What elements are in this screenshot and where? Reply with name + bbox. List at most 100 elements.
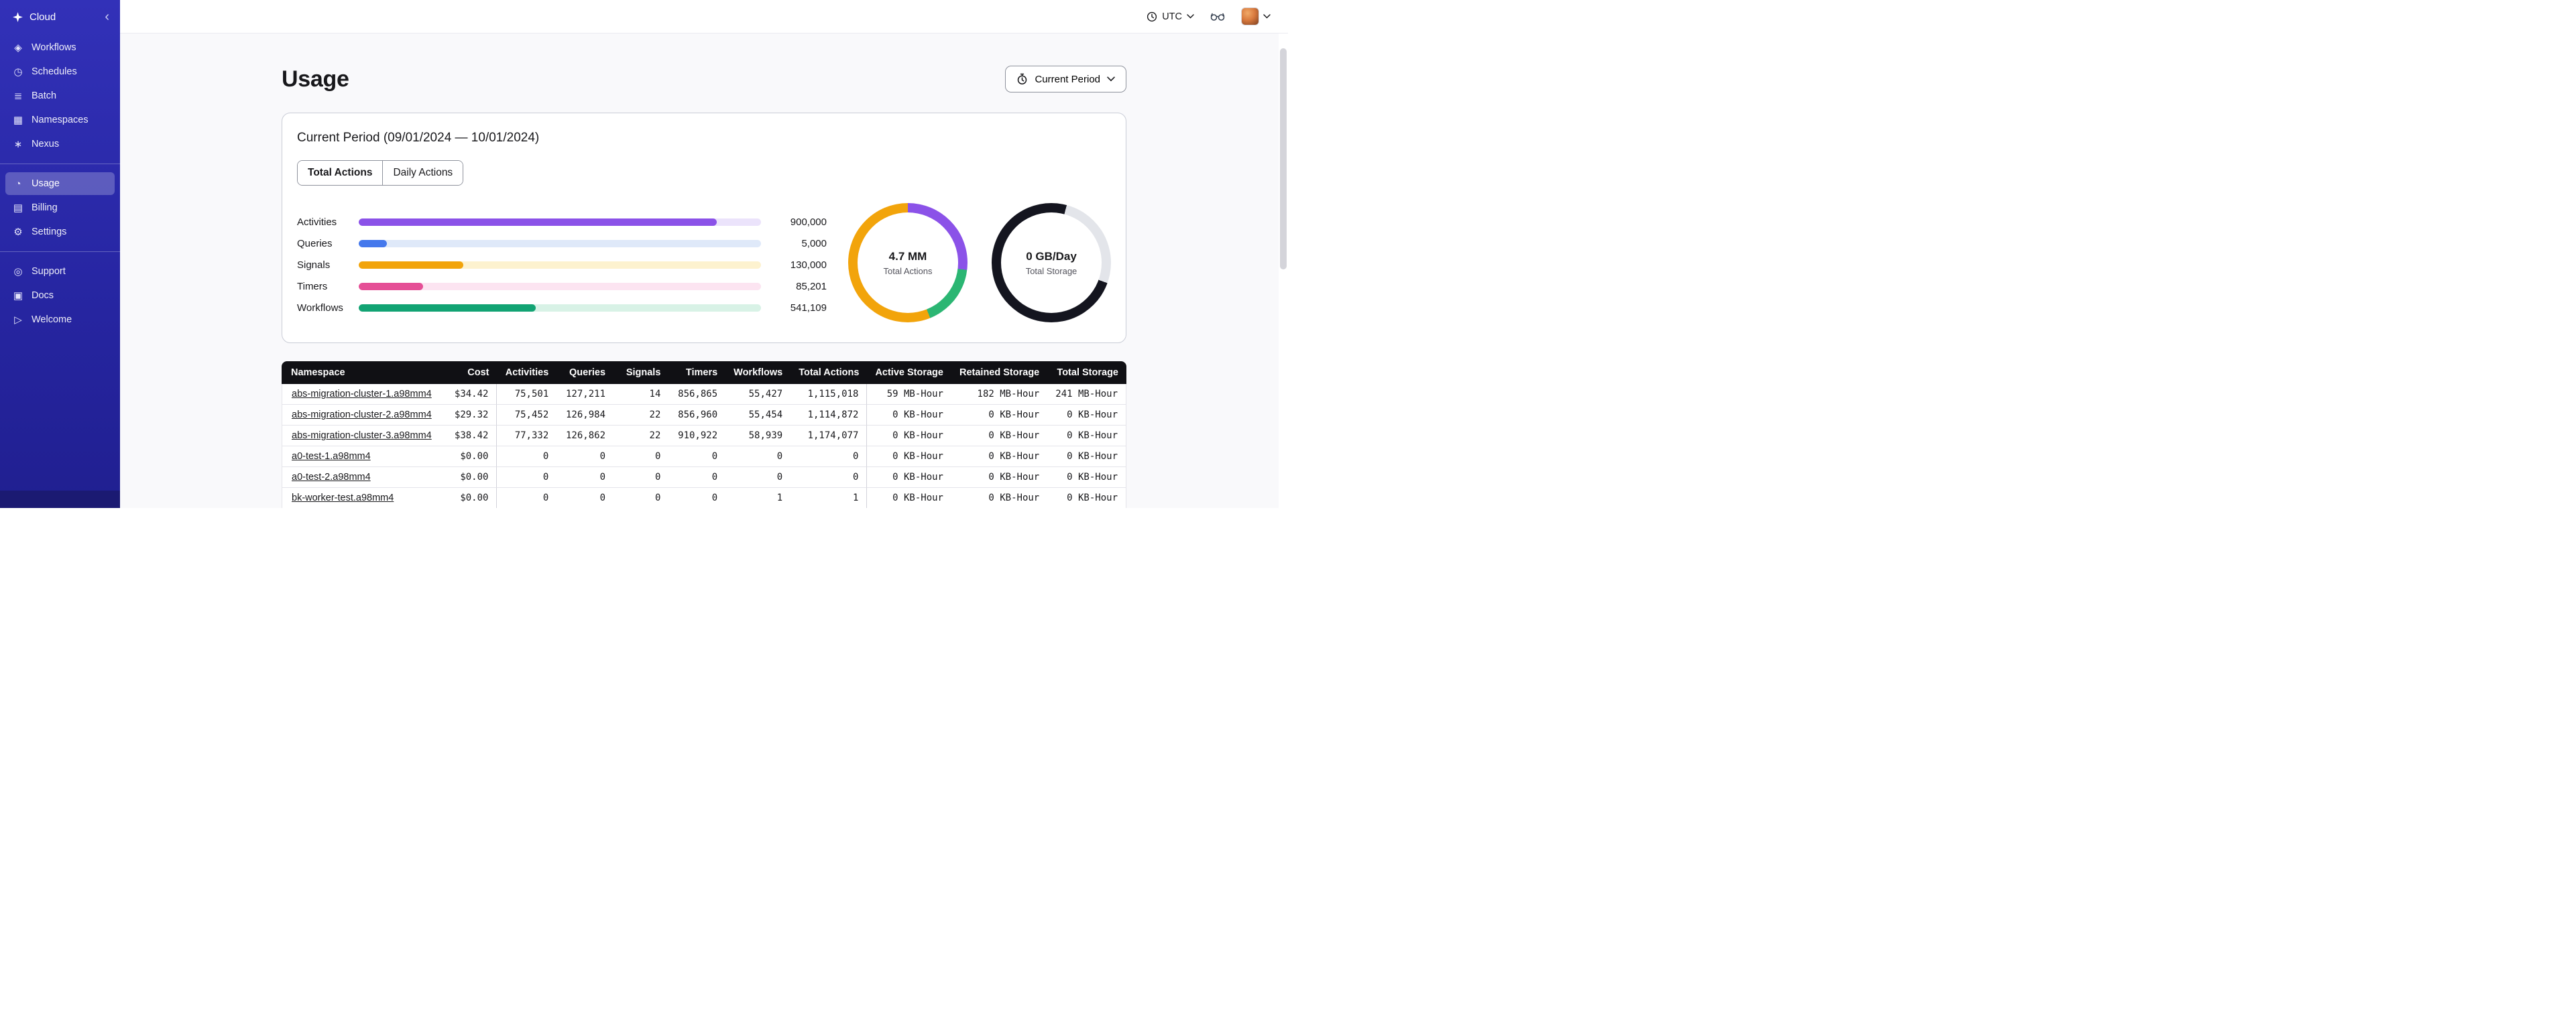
value-cell: 0 [557,446,614,467]
value-cell: 0 KB-Hour [1047,446,1126,467]
value-cell: $29.32 [446,405,497,426]
tab-total-actions[interactable]: Total Actions [298,161,384,185]
bar-track [359,218,761,226]
namespace-link[interactable]: abs-migration-cluster-2.a98mm4 [292,409,432,420]
namespace-link[interactable]: bk-worker-test.a98mm4 [292,493,394,503]
clock-icon [1147,11,1157,22]
column-header: Namespace [282,361,447,384]
value-cell: 0 [668,446,726,467]
chevron-down-icon [1107,76,1115,82]
welcome-icon: ▷ [14,314,22,326]
namespace-link[interactable]: abs-migration-cluster-3.a98mm4 [292,430,432,441]
value-cell: 182 MB-Hour [951,384,1048,405]
namespace-cell: bk-worker-test.a98mm4 [282,488,447,508]
sidebar-item-support[interactable]: ◎ Support [5,260,115,283]
value-cell: 0 [557,467,614,488]
sidebar-item-billing[interactable]: ▤ Billing [5,196,115,219]
value-cell: 0 [613,488,669,508]
chart-area: Activities 900,000 Queries 5,000 Signals 130,… [297,203,1111,322]
timezone-label: UTC [1162,11,1182,22]
sidebar-item-namespaces[interactable]: ▦ Namespaces [5,109,115,131]
value-cell: 856,960 [668,405,726,426]
sidebar-item-nexus[interactable]: ∗ Nexus [5,133,115,155]
table-row: a0-test-2.a98mm4 $0.00 0 0 0 0 0 0 0 KB-Hour 0 KB… [282,467,1126,488]
sidebar-item-workflows[interactable]: ◈ Workflows [5,36,115,59]
scrollbar-thumb[interactable] [1280,48,1287,269]
namespace-usage-table: Namespace Cost Activities Queries Signals Tim… [282,361,1126,508]
value-cell: 0 [791,446,868,467]
value-cell: 0 KB-Hour [951,426,1048,446]
bar-track [359,239,761,247]
value-cell: 77,332 [497,426,557,446]
value-cell: 0 KB-Hour [867,405,951,426]
sidebar-item-settings[interactable]: ⚙ Settings [5,220,115,243]
value-cell: 75,501 [497,384,557,405]
namespace-link[interactable]: a0-test-2.a98mm4 [292,472,371,483]
total-storage-value: 0 GB/Day [1026,249,1077,263]
bar-value: 130,000 [790,259,827,271]
collapse-sidebar-icon[interactable]: ‹ [102,10,112,23]
value-cell: 0 KB-Hour [1047,405,1126,426]
namespace-cell: abs-migration-cluster-2.a98mm4 [282,405,447,426]
column-header: Cost [446,361,497,384]
usage-icon: ◔ [15,178,21,190]
value-cell: 126,984 [557,405,614,426]
sidebar-item-schedules[interactable]: ◷ Schedules [5,60,115,83]
table-header: Namespace Cost Activities Queries Signals Tim… [282,361,1126,384]
value-cell: 1 [791,488,868,508]
value-cell: 127,211 [557,384,614,405]
value-cell: $0.00 [446,467,497,488]
billing-icon: ▤ [13,202,23,214]
bar-track [359,304,761,312]
main-content: Usage Current Period Current Period (09/… [120,34,1288,508]
sidebar-item-docs[interactable]: ▣ Docs [5,284,115,307]
page-title: Usage [282,66,349,92]
value-cell: 856,865 [668,384,726,405]
namespace-link[interactable]: a0-test-1.a98mm4 [292,451,371,462]
namespace-cell: a0-test-1.a98mm4 [282,446,447,467]
glasses-icon[interactable] [1210,12,1225,21]
value-cell: 0 KB-Hour [951,467,1048,488]
value-cell: 0 KB-Hour [951,405,1048,426]
column-header: Timers [668,361,726,384]
scrollbar [1279,34,1288,508]
namespace-link[interactable]: abs-migration-cluster-1.a98mm4 [292,389,432,399]
actions-tab-group: Total Actions Daily Actions [297,160,464,186]
sidebar-item-label: Settings [32,227,67,237]
sidebar-nav: ◈ Workflows ◷ Schedules ≣ Batch ▦ Namespaces ∗ Ne… [0,34,120,331]
user-menu[interactable] [1241,7,1271,25]
namespaces-icon: ▦ [13,115,23,126]
column-header: Workflows [725,361,791,384]
stopwatch-icon [1016,73,1028,85]
value-cell: 241 MB-Hour [1047,384,1126,405]
bar-label: Signals [297,259,331,271]
column-header: Total Storage [1047,361,1126,384]
namespace-cell: abs-migration-cluster-1.a98mm4 [282,384,447,405]
bar-label: Timers [297,280,328,292]
tab-daily-actions[interactable]: Daily Actions [383,161,463,185]
value-cell: 0 [791,467,868,488]
sidebar-item-welcome[interactable]: ▷ Welcome [5,308,115,331]
sidebar-item-label: Nexus [32,139,60,149]
period-selector-button[interactable]: Current Period [1005,66,1126,92]
right-column: UTC Usage Current Period Current Period … [120,0,1288,508]
timezone-dropdown[interactable]: UTC [1147,11,1194,22]
sidebar-item-batch[interactable]: ≣ Batch [5,84,115,107]
value-cell: 55,454 [725,405,791,426]
value-cell: 0 [557,488,614,508]
sidebar-item-label: Support [32,266,66,277]
sidebar-item-usage[interactable]: ◔ Usage [5,172,115,195]
bar-label: Workflows [297,302,343,314]
value-cell: 75,452 [497,405,557,426]
sidebar-item-label: Workflows [32,42,76,53]
bar-row-timers: Timers 85,201 [297,275,829,297]
value-cell: $0.00 [446,446,497,467]
sidebar-item-label: Docs [32,290,54,301]
column-header: Queries [557,361,614,384]
schedules-icon: ◷ [13,66,23,78]
bar-track [359,261,761,269]
column-header: Retained Storage [951,361,1048,384]
bar-label: Activities [297,216,337,228]
value-cell: 0 [497,467,557,488]
value-cell: 1 [725,488,791,508]
